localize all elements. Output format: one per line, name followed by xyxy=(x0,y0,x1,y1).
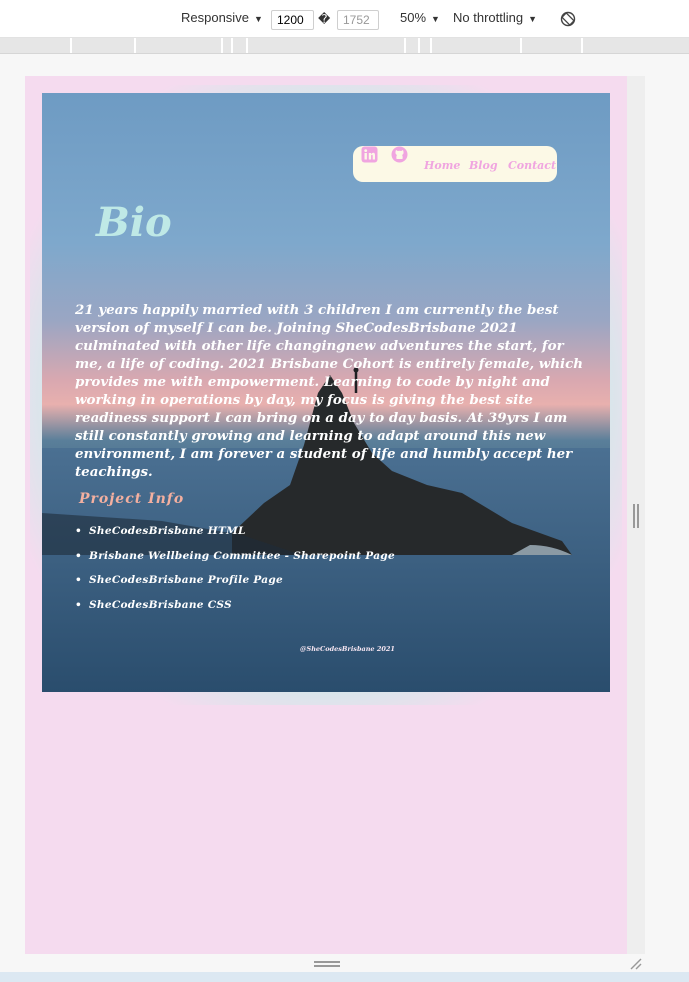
hero-section: Home Blog Contact Bio 21 years happily m… xyxy=(42,93,610,692)
project-link-html[interactable]: SheCodesBrisbane HTML xyxy=(75,525,395,537)
project-link-sharepoint[interactable]: Brisbane Wellbeing Committee - Sharepoin… xyxy=(75,550,395,562)
footer-text: @SheCodesBrisbane 2021 xyxy=(300,645,395,653)
page-title: Bio xyxy=(96,199,172,246)
nav-bar: Home Blog Contact xyxy=(353,146,557,182)
chevron-down-icon: ▼ xyxy=(528,14,538,24)
height-input[interactable]: 1752 xyxy=(337,10,379,30)
zoom-label: 50% xyxy=(400,10,427,25)
throttling-label: No throttling xyxy=(453,10,524,25)
project-info-heading: Project Info xyxy=(79,491,185,507)
width-input[interactable]: 1200 xyxy=(271,10,314,30)
chevron-down-icon: ▼ xyxy=(253,14,263,24)
resize-handle-right[interactable] xyxy=(633,504,639,528)
dimension-separator: � xyxy=(318,12,331,26)
bio-paragraph: 21 years happily married with 3 children… xyxy=(75,302,584,480)
nav-link-blog[interactable]: Blog xyxy=(469,159,498,172)
resize-corner-icon[interactable] xyxy=(628,956,642,970)
bottom-strip xyxy=(0,972,689,982)
device-select[interactable]: Responsive ▼ xyxy=(181,10,263,25)
linkedin-icon[interactable] xyxy=(361,146,378,163)
media-query-ruler[interactable] xyxy=(0,38,689,54)
devtools-toolbar: Responsive ▼ 1200 � 1752 50% ▼ No throttli… xyxy=(0,0,689,38)
project-link-css[interactable]: SheCodesBrisbane CSS xyxy=(75,599,395,611)
device-label: Responsive xyxy=(181,10,249,25)
zoom-select[interactable]: 50% ▼ xyxy=(400,10,440,25)
chevron-down-icon: ▼ xyxy=(431,14,440,24)
throttling-select[interactable]: No throttling ▼ xyxy=(453,10,537,25)
nav-link-contact[interactable]: Contact xyxy=(508,159,556,172)
resize-handle-bottom[interactable] xyxy=(314,961,340,967)
rotate-icon[interactable] xyxy=(560,11,576,27)
nav-link-home[interactable]: Home xyxy=(424,159,460,172)
project-link-profile[interactable]: SheCodesBrisbane Profile Page xyxy=(75,574,395,586)
project-list: SheCodesBrisbane HTML Brisbane Wellbeing… xyxy=(75,525,395,623)
github-icon[interactable] xyxy=(391,146,408,163)
